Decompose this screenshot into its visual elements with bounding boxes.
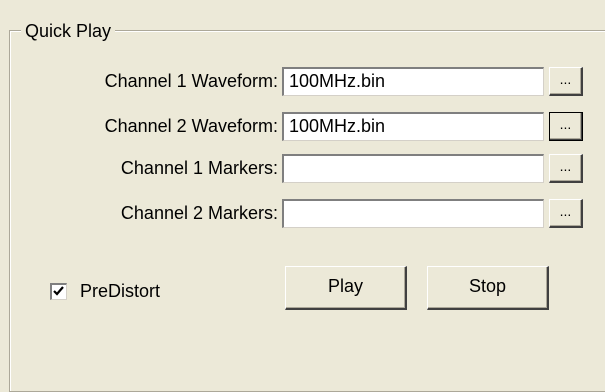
predistort-label[interactable]: PreDistort <box>80 280 160 302</box>
channel-2-markers-browse-button[interactable]: ... <box>549 199 583 228</box>
play-button[interactable]: Play <box>285 266 407 310</box>
channel-1-markers-field[interactable] <box>282 154 544 183</box>
quick-play-group-title: Quick Play <box>21 20 116 42</box>
channel-2-markers-field[interactable] <box>282 199 544 228</box>
channel-1-waveform-browse-button[interactable]: ... <box>549 67 583 96</box>
channel-1-waveform-field[interactable]: 100MHz.bin <box>282 67 544 96</box>
checkmark-icon <box>53 286 64 296</box>
stop-button[interactable]: Stop <box>427 266 549 310</box>
predistort-checkbox[interactable] <box>50 283 67 300</box>
channel-1-markers-label: Channel 1 Markers: <box>120 158 278 178</box>
channel-2-markers-label: Channel 2 Markers: <box>120 203 278 223</box>
channel-2-waveform-browse-button[interactable]: ... <box>549 112 583 141</box>
channel-2-waveform-field[interactable]: 100MHz.bin <box>282 112 544 141</box>
channel-1-markers-browse-button[interactable]: ... <box>549 154 583 183</box>
channel-2-waveform-label: Channel 2 Waveform: <box>104 116 278 136</box>
channel-1-waveform-label: Channel 1 Waveform: <box>104 71 278 91</box>
